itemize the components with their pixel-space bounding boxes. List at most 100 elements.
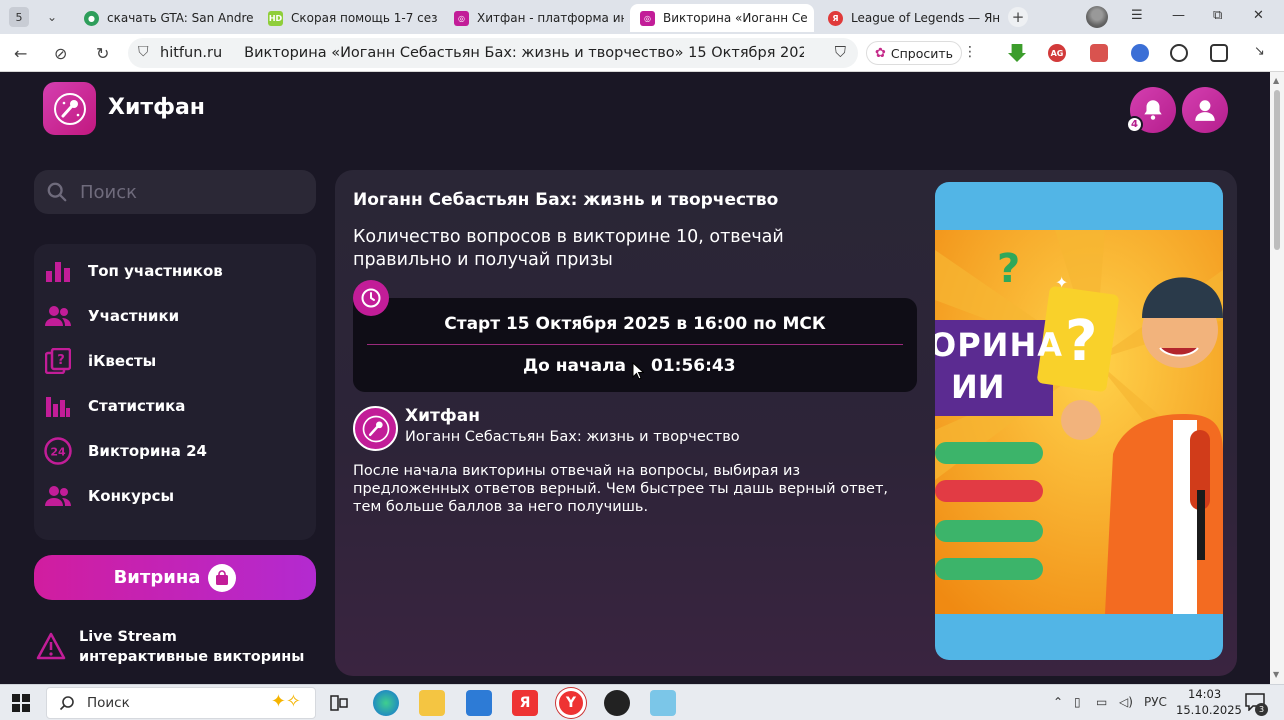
close-window-icon[interactable]: ✕ [1253,8,1264,23]
download-icon[interactable] [1008,44,1026,62]
author-avatar[interactable] [353,406,398,451]
downloads-arrow-icon[interactable]: ↘ [1254,44,1265,59]
minimize-icon[interactable]: — [1172,8,1185,23]
svg-text:24: 24 [50,446,66,459]
sidebar-item-top-participants[interactable]: Топ участников [44,256,223,286]
microphone-logo-icon [362,415,389,442]
new-tab-plus-icon[interactable]: + [1008,7,1028,27]
volume-icon[interactable]: ◁) [1119,695,1133,709]
sparkles-icon: ✦✧ [270,691,301,712]
notification-count-badge: 3 [1255,703,1268,716]
obs-recorder-icon[interactable] [604,690,630,716]
shield-icon[interactable]: ⊘ [54,44,67,63]
yandex-icon[interactable]: Я [512,690,538,716]
url-page-title: Викторина «Иоганн Себастьян Бах: жизнь и… [244,45,805,61]
more-vertical-icon[interactable]: ⋮ [963,44,977,60]
task-view-icon[interactable] [326,690,352,716]
sidebar-item-contests[interactable]: Конкурсы [44,481,174,511]
gamepad-icon: ● [84,10,99,26]
page-scrollbar[interactable]: ▲ ▼ [1270,72,1284,684]
tray-chevron-up-icon[interactable]: ⌃ [1053,695,1063,709]
svg-text:?: ? [57,353,65,368]
quiz-start-time: Старт 15 Октября 2025 в 16:00 по МСК [444,314,826,334]
author-subtitle: Иоганн Себастьян Бах: жизнь и творчество [405,429,740,445]
site-logo-text[interactable]: Хитфан [108,95,205,120]
translate-extension-icon[interactable] [1131,44,1149,62]
profile-avatar[interactable] [1086,6,1108,28]
url-field[interactable]: ⛉ hitfun.ru Викторина «Иоганн Себастьян … [128,38,858,68]
users-icon [44,302,72,330]
notes-app-icon[interactable] [650,690,676,716]
sidebar-item-label: Участники [88,307,180,325]
microphone-logo-icon [53,92,86,125]
live-stream-link[interactable]: Live Stream интерактивные викторины [34,628,316,672]
windows-taskbar: Поиск ✦✧ Я Y ⌃ ▯ ▭ ◁) РУС 14:03 15.10.20… [0,684,1284,720]
search-icon [47,182,67,202]
image-extension-icon[interactable] [1090,44,1108,62]
scroll-up-arrow-icon[interactable]: ▲ [1273,76,1279,85]
vitrina-button[interactable]: Витрина [34,555,316,600]
clock-date[interactable]: 15.10.2025 [1176,703,1242,717]
tab-count-badge[interactable]: 5 [9,7,29,27]
taskbar-search-label: Поиск [87,695,130,711]
site-info-icon[interactable]: ⛉ [138,44,149,60]
search-icon [59,696,74,711]
language-indicator[interactable]: РУС [1144,695,1167,709]
site-logo[interactable] [43,82,96,135]
ask-ai-button[interactable]: ✿ Спросить [866,41,963,65]
tab-hitfun-platform[interactable]: ◎ Хитфан - платформа инте [444,4,624,32]
countdown-panel: Старт 15 Октября 2025 в 16:00 по МСК До … [353,298,917,392]
tab-league[interactable]: Я League of Legends — Янд [818,4,1000,32]
user-profile-button[interactable] [1182,87,1228,133]
sidebar-item-participants[interactable]: Участники [44,301,179,331]
store-icon[interactable] [466,690,492,716]
restore-icon[interactable]: ⧉ [1213,8,1222,23]
author-name[interactable]: Хитфан [405,406,480,426]
hitfun-favicon-icon: ◎ [454,10,469,26]
windows-start-icon[interactable] [12,694,30,712]
sidebar-item-statistics[interactable]: Статистика [44,391,185,421]
sidebar-item-quiz24[interactable]: 24 Викторина 24 [44,436,207,466]
edge-browser-icon[interactable] [373,690,399,716]
tab-quiz-active[interactable]: ◎ Викторина «Иоганн Се ✕ [630,4,814,32]
menu-icon[interactable]: ☰ [1131,8,1143,23]
search-input[interactable]: Поиск [34,170,316,214]
user-icon [1195,100,1215,121]
clock-time[interactable]: 14:03 [1188,687,1221,701]
countdown-label: До начала [523,356,627,376]
back-arrow-icon[interactable]: ← [14,44,27,63]
divider [367,344,903,345]
yandex-browser-icon[interactable]: Y [556,688,586,718]
sidebar-item-label: Топ участников [88,262,223,280]
browser-tab-strip: 5 ⌄ ● скачать GTA: San Andreas HD Скорая… [0,0,1284,34]
bar-chart-icon [44,257,72,285]
sidebar-item-label: iКвесты [88,352,157,370]
tab-list-chevron-icon[interactable]: ⌄ [39,4,65,30]
page-viewport: Хитфан 4 Поиск Топ участников Участники … [0,72,1270,684]
media-extension-icon[interactable] [1170,44,1188,62]
clock-icon [353,280,389,316]
search-placeholder: Поиск [80,181,138,203]
extensions-puzzle-icon[interactable] [1210,44,1228,62]
scroll-down-arrow-icon[interactable]: ▼ [1273,670,1279,679]
bookmark-icon[interactable]: ⛉ [835,43,846,61]
sidebar-item-iquests[interactable]: ? iКвесты [44,346,156,376]
yandex-favicon-icon: Я [828,10,843,26]
reload-icon[interactable]: ↻ [96,44,109,63]
tab-ambulance[interactable]: HD Скорая помощь 1-7 сезон [258,4,438,32]
taskbar-search[interactable]: Поиск ✦✧ [46,687,316,719]
sidebar-item-label: Статистика [88,397,186,415]
tray-device-icon[interactable]: ▯ [1074,695,1081,709]
ask-ai-label: Спросить [890,45,954,61]
quest-icon: ? [44,347,72,375]
cover-illustration: ? ✦ ? ОРИНА ИИ [935,230,1223,614]
hd-icon: HD [268,10,283,26]
quiz-title: Иоганн Себастьян Бах: жизнь и творчество [353,190,779,210]
tab-gta[interactable]: ● скачать GTA: San Andreas [74,4,254,32]
file-explorer-icon[interactable] [419,690,445,716]
sparkle-icon: ✿ [875,45,886,61]
network-icon[interactable]: ▭ [1096,695,1107,709]
scroll-thumb[interactable] [1274,90,1280,250]
sidebar-item-label: Конкурсы [88,487,175,505]
adguard-extension-icon[interactable]: AG [1048,44,1066,62]
